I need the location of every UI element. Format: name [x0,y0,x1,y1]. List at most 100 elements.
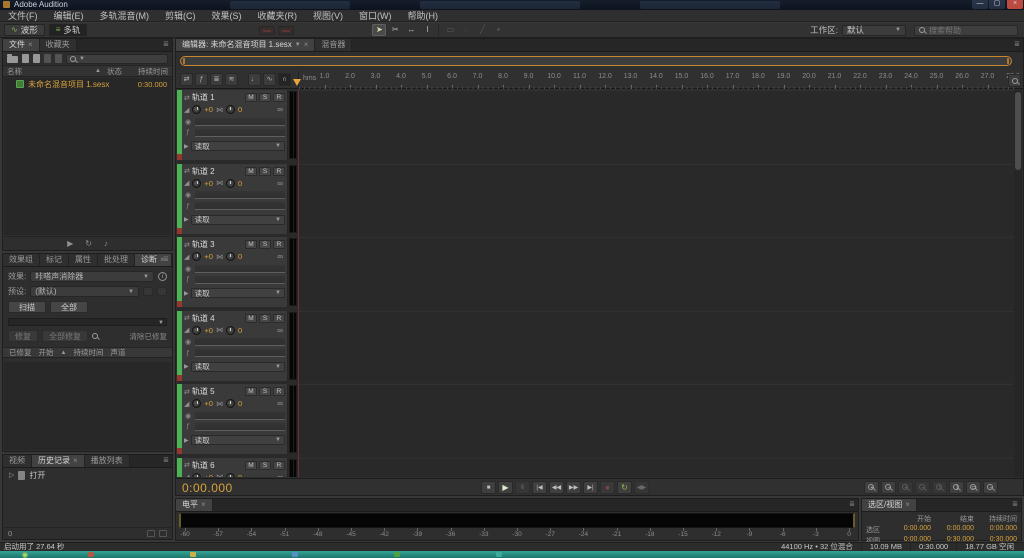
panel-menu-icon[interactable]: ≣ [163,254,169,266]
save-preset-icon[interactable] [143,287,153,296]
workspace-select[interactable]: 默认 ▼ [842,25,906,36]
monitor-icon[interactable]: ∿ [263,73,276,86]
timeline-ruler[interactable]: hms 1.02.03.04.05.06.07.08.09.010.011.01… [298,71,1016,89]
zoom-out-amplitude-button[interactable]: − [915,481,930,494]
track-lane[interactable] [299,164,1013,234]
pan-knob[interactable] [226,326,235,335]
output-selector[interactable] [195,202,285,210]
time-selection-tool-button[interactable]: I [420,24,434,36]
auto-play-toggle[interactable]: ♪ [104,239,108,248]
minimize-button[interactable]: — [972,0,988,9]
fix-button[interactable]: 修复 [8,330,38,342]
loop-preview-button[interactable]: ↻ [85,239,92,248]
record-arm-button[interactable]: R [273,461,285,470]
pan-knob[interactable] [226,105,235,114]
input-selector[interactable] [195,412,285,420]
tab[interactable]: 历史记录× [32,455,85,467]
menu-item[interactable]: 多轨混音(M) [92,10,158,21]
track-lane[interactable] [299,311,1013,381]
tab[interactable]: 效果组 [3,254,40,266]
history-item[interactable]: ▷打开 [3,468,172,480]
track-lane[interactable] [299,90,1013,160]
automation-mode-select[interactable]: 读取▼ [191,288,285,298]
column-status[interactable]: 状态 [107,66,122,77]
playhead-time-display[interactable]: 0:00.000 [182,481,233,495]
multitrack-view-button[interactable]: ≡ 多轨 [49,24,88,36]
track-name[interactable]: 轨道 1 [192,92,243,103]
record-button[interactable]: ● [600,481,615,494]
diagnostics-column-header[interactable]: 已修复 [9,347,32,358]
vertical-scrollbar[interactable] [1014,90,1022,477]
scan-button[interactable]: 扫描 [8,301,46,313]
automation-mode-select[interactable]: 读取▼ [191,215,285,225]
taskbar-app-icon[interactable] [394,552,400,557]
pan-knob[interactable] [226,473,235,478]
input-selector[interactable] [195,118,285,126]
zoom-in-amplitude-button[interactable]: + [898,481,913,494]
output-selector[interactable] [195,349,285,357]
start-button[interactable] [22,552,28,558]
zoom-to-in-point-button[interactable]: [ [932,481,947,494]
pause-button[interactable]: Ⅱ [515,481,530,494]
zoom-reset-button[interactable]: − [983,481,998,494]
solo-button[interactable]: S [259,461,271,470]
output-selector[interactable] [195,276,285,284]
selection-view-tab[interactable]: 选区/视图 × [862,499,917,511]
go-to-end-button[interactable]: ▶| [583,481,598,494]
tab[interactable]: 视频 [3,455,32,467]
solo-button[interactable]: S [259,387,271,396]
tab[interactable]: 播放列表 [85,455,130,467]
repair-all-button[interactable]: 全部 [50,301,88,313]
close-tab-icon[interactable]: × [28,39,33,51]
zoom-to-out-point-button[interactable]: ] [949,481,964,494]
taskbar-app-icon[interactable] [292,552,298,557]
output-selector[interactable] [195,423,285,431]
arrows-swap-icon[interactable]: ⇄ [180,73,193,86]
snap-icon[interactable]: ∩ [278,73,291,86]
playhead-marker[interactable] [293,79,301,90]
import-file-icon[interactable] [22,54,29,63]
taskbar-app-icon[interactable] [88,552,94,557]
input-selector[interactable] [195,265,285,273]
fix-all-button[interactable]: 全部修复 [42,330,88,342]
record-arm-button[interactable]: R [273,240,285,249]
info-icon[interactable]: i [158,272,167,281]
diagnostics-column-header[interactable]: 持续时间 [73,347,103,358]
diagnostics-column-header[interactable]: 开始 [39,347,54,358]
volume-knob[interactable] [192,326,201,335]
mute-button[interactable]: M [245,387,257,396]
new-file-icon[interactable] [33,54,40,63]
automation-mode-select[interactable]: 读取▼ [191,435,285,445]
clip-list-icon[interactable]: ≣ [210,73,223,86]
solo-button[interactable]: S [259,167,271,176]
mute-button[interactable]: M [245,461,257,470]
razor-tool-button[interactable]: ✂ [388,24,402,36]
close-tab-icon[interactable]: × [73,455,78,467]
open-file-icon[interactable] [7,56,18,63]
track-lane[interactable] [299,384,1013,454]
record-arm-button[interactable]: R [273,387,285,396]
help-search-input[interactable] [929,26,1013,35]
column-name[interactable]: 名称 [3,66,22,77]
pan-knob[interactable] [226,399,235,408]
chevron-down-icon[interactable]: ▼ [295,39,301,51]
zoom-in-time-button[interactable]: + [864,481,879,494]
record-arm-button[interactable]: R [273,93,285,102]
panel-menu-icon[interactable]: ≣ [849,499,855,511]
clear-repaired-button[interactable]: 清除已修复 [130,331,168,342]
track-name[interactable]: 轨道 4 [192,313,243,324]
slip-tool-button[interactable]: ↔ [404,24,418,36]
stop-button[interactable]: ■ [481,481,496,494]
close-tab-icon[interactable]: × [905,499,910,511]
volume-knob[interactable] [192,105,201,114]
track-name[interactable]: 轨道 3 [192,239,243,250]
menu-item[interactable]: 剪辑(C) [157,10,204,21]
play-preview-button[interactable]: ▶ [67,239,73,248]
files-filter-box[interactable]: ▼ [66,54,168,64]
zoom-to-selection-button[interactable]: ▭ [966,481,981,494]
track-name[interactable]: 轨道 5 [192,386,243,397]
loop-playback-button[interactable]: ↻ [617,481,632,494]
scrollbar-thumb[interactable] [1015,92,1021,170]
go-to-start-button[interactable]: |◀ [532,481,547,494]
mute-button[interactable]: M [245,240,257,249]
